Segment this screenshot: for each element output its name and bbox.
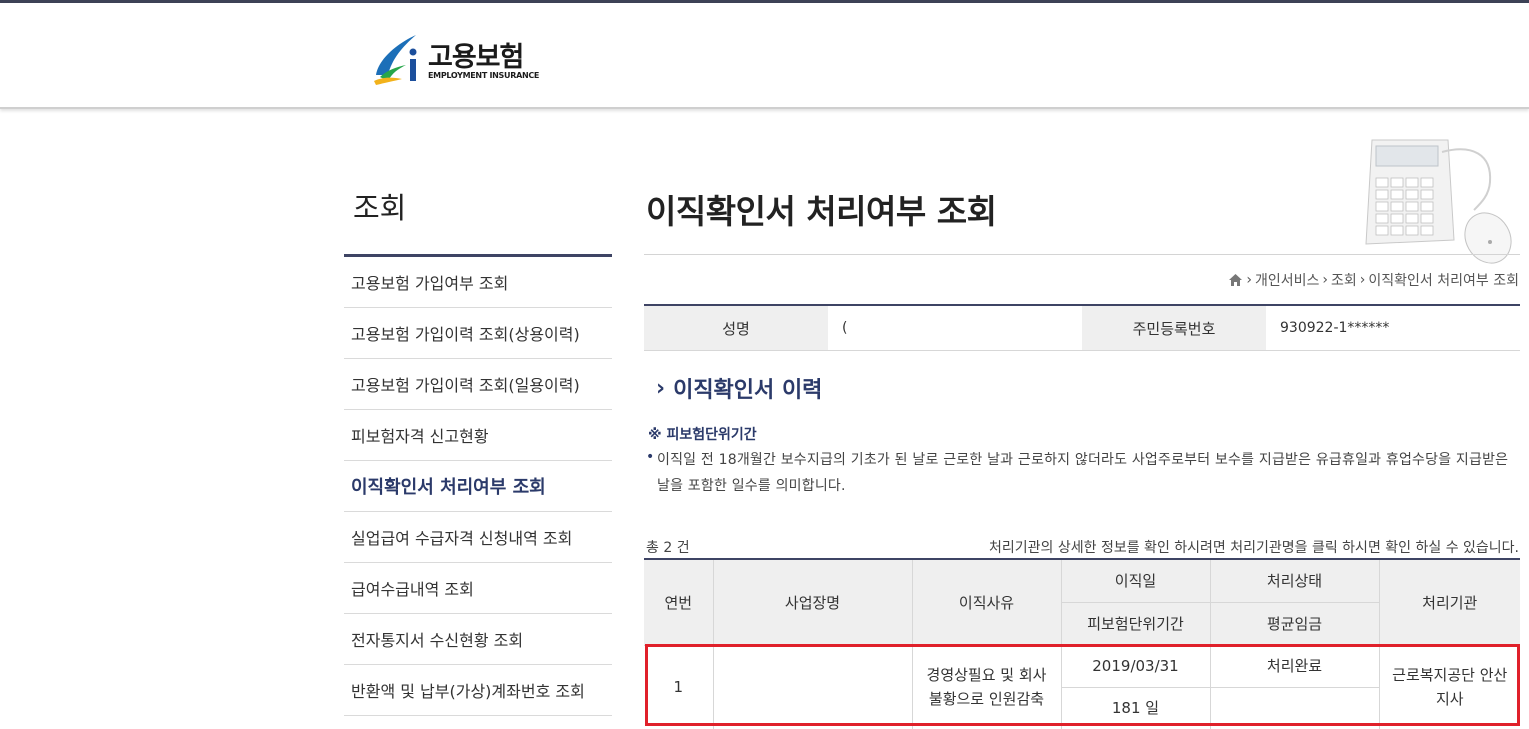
col-header-no: 연번 [644, 558, 714, 646]
breadcrumb-separator: › [1359, 272, 1366, 288]
home-icon[interactable] [1228, 273, 1243, 287]
note-title: ※ 피보험단위기간 [648, 427, 757, 443]
sidebar-item-enrollment-history-daily[interactable]: 고용보험 가입이력 조회(일용이력) [344, 359, 612, 410]
sidebar-item-electronic-notice[interactable]: 전자통지서 수신현황 조회 [344, 614, 612, 665]
separation-history-table: 연번 사업장명 이직사유 이직일 처리상태 처리기관 피보험단위기간 평균임금 … [644, 558, 1520, 729]
calculator-mouse-illustration-icon [1365, 139, 1512, 264]
logo[interactable]: 고용보험 EMPLOYMENT INSURANCE [372, 31, 552, 89]
breadcrumb-personal-service[interactable]: 개인서비스 [1255, 270, 1319, 290]
name-value: ( [842, 320, 848, 336]
cell-workplace [712, 644, 913, 729]
sidebar-item-enrollment-status[interactable]: 고용보험 가입여부 조회 [344, 257, 612, 308]
col-header-avg-wage: 평균임금 [1209, 601, 1379, 646]
cell-avg-wage [1209, 686, 1379, 729]
personal-info-table: 성명 ( 주민등록번호 930922-1****** [644, 304, 1520, 351]
bullet-icon: • [646, 449, 655, 465]
page-title: 이직확인서 처리여부 조회 [646, 192, 997, 231]
total-count: 총 2 건 [646, 540, 690, 556]
table-row: 1 경영상필요 및 회사불황으로 인원감축 2019/03/31 처리완료 근로… [644, 644, 1520, 729]
note-text: 이직일 전 18개월간 보수지급의 기초가 된 날로 근로한 날과 근로하지 않… [657, 452, 1509, 494]
chevron-right-icon: › [656, 375, 666, 401]
logo-text-english: EMPLOYMENT INSURANCE [428, 71, 540, 80]
breadcrumb: › 개인서비스 › 조회 › 이직확인서 처리여부 조회 [1228, 270, 1519, 290]
sidebar-item-benefit-history[interactable]: 급여수급내역 조회 [344, 563, 612, 614]
sidebar-item-refund-account[interactable]: 반환액 및 납부(가상)계좌번호 조회 [344, 665, 612, 716]
cell-period: 181 일 [1061, 686, 1211, 729]
cell-status: 처리완료 [1209, 644, 1380, 688]
cell-no: 1 [644, 644, 714, 729]
cell-reason-text: 경영상필요 및 회사불황으로 인원감축 [926, 666, 1047, 708]
cell-agency[interactable]: 근로복지공단 안산지사 [1378, 644, 1520, 729]
sidebar-item-enrollment-history-regular[interactable]: 고용보험 가입이력 조회(상용이력) [344, 308, 612, 359]
table-header-row: 연번 사업장명 이직사유 이직일 처리상태 처리기관 [644, 558, 1520, 646]
cell-leave-date: 2019/03/31 [1060, 644, 1211, 688]
sidebar-item-unemployment-benefit-application[interactable]: 실업급여 수급자격 신청내역 조회 [344, 512, 612, 563]
help-text: 처리기관의 상세한 정보를 확인 하시려면 처리기관명을 클릭 하시면 확인 하… [989, 540, 1519, 556]
rrn-value: 930922-1****** [1280, 320, 1390, 336]
cell-reason: 경영상필요 및 회사불황으로 인원감축 [911, 644, 1062, 729]
section-title-text: 이직확인서 이력 [673, 378, 823, 403]
col-header-period: 피보험단위기간 [1061, 601, 1211, 646]
breadcrumb-lookup[interactable]: 조회 [1331, 270, 1357, 290]
col-header-reason: 이직사유 [911, 558, 1062, 646]
rrn-label: 주민등록번호 [1082, 306, 1266, 350]
sidebar-title: 조회 [353, 191, 407, 225]
agency-link[interactable]: 근로복지공단 안산지사 [1392, 666, 1507, 708]
section-title: › 이직확인서 이력 [656, 372, 822, 404]
title-divider [644, 254, 1520, 255]
breadcrumb-separator: › [1246, 272, 1253, 288]
site-header: 고용보험 EMPLOYMENT INSURANCE [0, 3, 1529, 109]
col-header-status: 처리상태 [1209, 558, 1380, 603]
breadcrumb-separator: › [1322, 272, 1329, 288]
name-label: 성명 [644, 306, 828, 350]
employment-insurance-logo-icon [374, 35, 417, 85]
sidebar-item-separation-confirmation[interactable]: 이직확인서 처리여부 조회 [344, 461, 612, 512]
breadcrumb-current[interactable]: 이직확인서 처리여부 조회 [1368, 270, 1519, 290]
sidebar-menu: 고용보험 가입여부 조회 고용보험 가입이력 조회(상용이력) 고용보험 가입이… [344, 254, 612, 716]
col-header-agency: 처리기관 [1378, 558, 1520, 646]
col-header-leave-date: 이직일 [1060, 558, 1211, 603]
sidebar-item-insured-report-status[interactable]: 피보험자격 신고현황 [344, 410, 612, 461]
col-header-workplace: 사업장명 [712, 558, 913, 646]
logo-text-korean: 고용보험 [428, 42, 524, 73]
